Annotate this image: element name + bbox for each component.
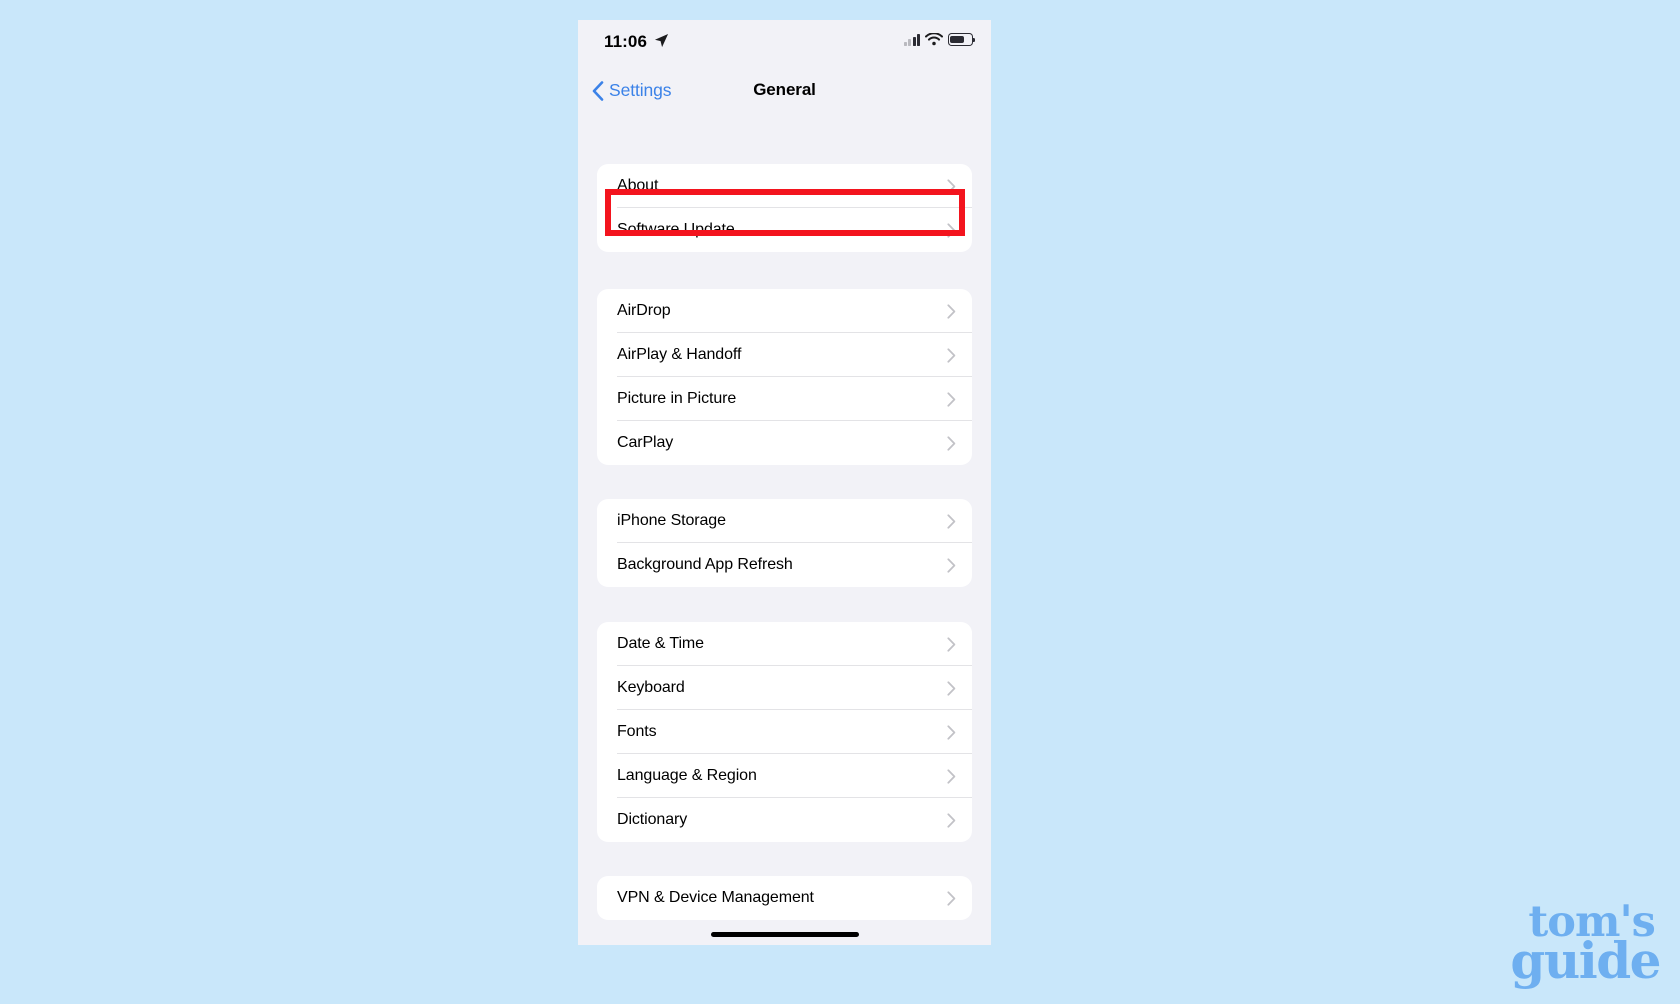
settings-row[interactable]: iPhone Storage [597, 499, 972, 543]
status-bar-indicators [903, 33, 976, 46]
localization-group: Date & Time Keyboard Fonts Language & Regio… [597, 622, 972, 842]
connectivity-group: AirDrop AirPlay & Handoff Picture in Pictu… [597, 289, 972, 465]
home-indicator [710, 932, 859, 937]
settings-row[interactable]: About [597, 164, 972, 208]
cellular-signal-icon [903, 34, 920, 46]
page-title: General [753, 80, 816, 99]
settings-row-label: Background App Refresh [617, 556, 793, 573]
settings-row[interactable]: Keyboard [597, 666, 972, 710]
chevron-right-icon [947, 513, 956, 529]
settings-row-label: Keyboard [617, 679, 685, 696]
storage-group: iPhone Storage Background App Refresh [597, 499, 972, 587]
wifi-icon [925, 33, 943, 46]
status-bar: 11:06 [578, 20, 991, 68]
settings-row-label: Fonts [617, 723, 657, 740]
toms-guide-watermark: tom's guide [1510, 900, 1661, 990]
chevron-right-icon [947, 636, 956, 652]
status-bar-time: 11:06 [604, 32, 648, 51]
chevron-right-icon [947, 435, 956, 451]
settings-list: About Software Update AirDrop AirPlay & Han… [578, 116, 991, 945]
settings-row[interactable]: Date & Time [597, 622, 972, 666]
settings-row[interactable]: Picture in Picture [597, 377, 972, 421]
iphone-screen: 11:06 Settings General About Software Up… [578, 20, 991, 945]
watermark-line-2: guide [1510, 931, 1661, 990]
chevron-right-icon [947, 178, 956, 194]
management-group: VPN & Device Management [597, 876, 972, 920]
battery-icon [948, 33, 976, 46]
settings-row-label: Picture in Picture [617, 390, 737, 407]
chevron-right-icon [947, 812, 956, 828]
settings-row-label: iPhone Storage [617, 512, 726, 529]
settings-row-label: VPN & Device Management [617, 889, 814, 906]
chevron-right-icon [947, 724, 956, 740]
settings-row-label: About [617, 177, 659, 194]
chevron-right-icon [947, 303, 956, 319]
settings-row[interactable]: AirPlay & Handoff [597, 333, 972, 377]
settings-row-label: Software Update [617, 221, 735, 238]
settings-row[interactable]: CarPlay [597, 421, 972, 465]
chevron-right-icon [947, 557, 956, 573]
chevron-right-icon [947, 347, 956, 363]
navigation-bar: Settings General [578, 68, 991, 116]
chevron-right-icon [947, 391, 956, 407]
device-info-group: About Software Update [597, 164, 972, 252]
settings-row[interactable]: VPN & Device Management [597, 876, 972, 920]
settings-row-label: CarPlay [617, 434, 674, 451]
settings-row[interactable]: Software Update [597, 208, 972, 252]
settings-row[interactable]: Fonts [597, 710, 972, 754]
chevron-right-icon [947, 768, 956, 784]
chevron-right-icon [947, 222, 956, 238]
location-arrow-icon [654, 33, 669, 48]
settings-row-label: AirPlay & Handoff [617, 346, 742, 363]
settings-row[interactable]: Dictionary [597, 798, 972, 842]
settings-row-label: Date & Time [617, 635, 704, 652]
chevron-right-icon [947, 680, 956, 696]
settings-row[interactable]: Background App Refresh [597, 543, 972, 587]
settings-row[interactable]: Language & Region [597, 754, 972, 798]
settings-row-label: AirDrop [617, 302, 671, 319]
settings-row-label: Dictionary [617, 811, 688, 828]
settings-row[interactable]: AirDrop [597, 289, 972, 333]
settings-row-label: Language & Region [617, 767, 757, 784]
chevron-right-icon [947, 890, 956, 906]
